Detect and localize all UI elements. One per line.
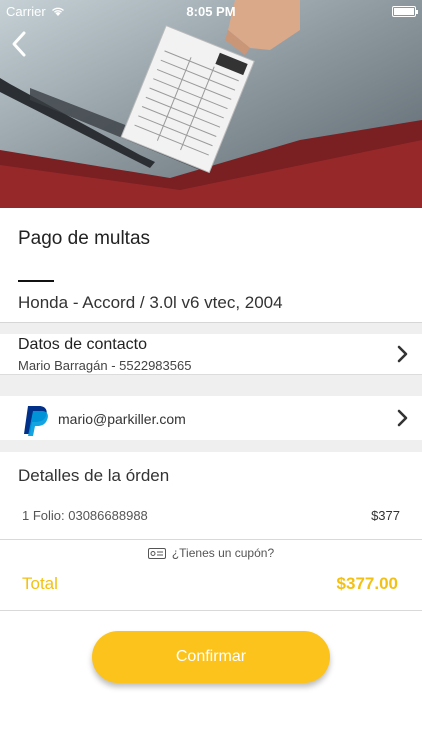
page-title: Pago de multas (18, 228, 151, 249)
contact-subtitle: Mario Barragán - 5522983565 (18, 358, 192, 373)
order-item-price: $377 (371, 508, 400, 523)
status-bar: Carrier 8:05 PM (0, 0, 422, 22)
total-label: Total (22, 574, 58, 593)
contact-row[interactable]: Datos de contacto Mario Barragán - 55229… (0, 334, 422, 374)
status-time: 8:05 PM (186, 3, 236, 19)
section-divider (0, 322, 422, 334)
title-divider (18, 280, 54, 282)
battery-icon (392, 5, 418, 17)
coupon-link[interactable]: ¿Tienes un cupón? (0, 546, 422, 560)
divider (0, 610, 422, 611)
total-value: $377.00 (336, 574, 398, 593)
chevron-right-icon (397, 409, 408, 427)
order-item-label: 1 Folio: 03086688988 (22, 508, 148, 523)
contact-title: Datos de contacto (18, 336, 147, 353)
coupon-label: ¿Tienes un cupón? (171, 546, 275, 560)
paypal-email: mario@parkiller.com (58, 411, 186, 427)
section-divider (0, 440, 422, 452)
confirm-button[interactable]: Confirmar (92, 631, 330, 683)
vehicle-label: Honda - Accord / 3.0l v6 vtec, 2004 (18, 293, 283, 312)
paypal-icon (24, 406, 48, 436)
coupon-icon (147, 547, 166, 559)
header-image: Carrier 8:05 PM (0, 0, 422, 208)
divider (0, 539, 422, 540)
order-details-title: Detalles de la órden (18, 466, 170, 485)
section-divider (0, 374, 422, 396)
chevron-left-icon[interactable] (8, 30, 30, 58)
parking-ticket-image (0, 0, 422, 208)
chevron-right-icon (397, 345, 408, 363)
payment-method-row[interactable]: mario@parkiller.com (0, 396, 422, 440)
